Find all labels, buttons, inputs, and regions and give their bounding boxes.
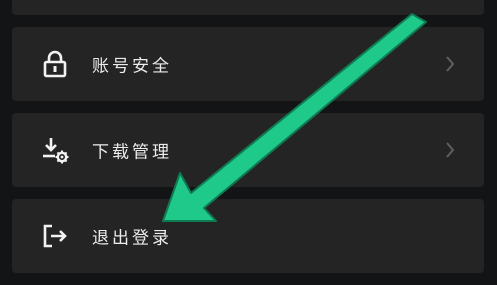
lock-icon — [40, 49, 70, 79]
logout-icon — [40, 221, 70, 251]
settings-item-logout[interactable]: 退出登录 — [12, 199, 484, 273]
settings-item-previous[interactable] — [12, 0, 484, 15]
settings-item-label: 账号安全 — [92, 56, 172, 77]
settings-item-label: 下载管理 — [92, 142, 172, 163]
download-gear-icon — [40, 135, 70, 165]
settings-item-label: 退出登录 — [92, 228, 172, 249]
chevron-right-icon — [446, 142, 455, 158]
settings-item-download-management[interactable]: 下载管理 — [12, 113, 484, 187]
chevron-right-icon — [446, 56, 455, 72]
settings-item-account-security[interactable]: 账号安全 — [12, 27, 484, 101]
